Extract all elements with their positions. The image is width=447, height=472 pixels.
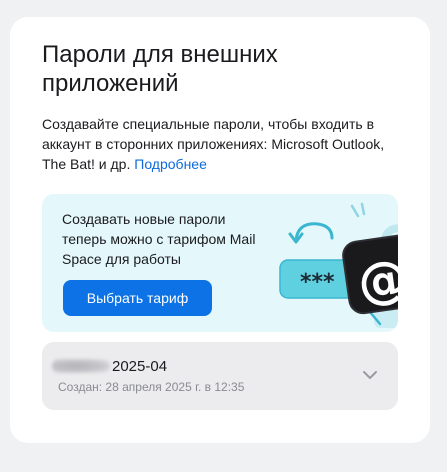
description-text: Создавайте специальные пароли, чтобы вхо… (42, 116, 385, 172)
password-name: 2025-04 (112, 357, 168, 375)
promo-text: Создавать новые пароли теперь можно с та… (62, 211, 256, 267)
redacted-prefix (52, 359, 110, 373)
password-list-item[interactable]: 2025-04 Создан: 28 апреля 2025 г. в 12:3… (42, 342, 398, 410)
at-symbol: @ (354, 248, 398, 312)
choose-plan-button[interactable]: Выбрать тариф (63, 280, 212, 316)
chevron-down-icon[interactable] (362, 369, 378, 381)
app-passwords-card: Пароли для внешних приложений Создавайте… (10, 17, 430, 443)
more-link[interactable]: Подробнее (134, 156, 207, 172)
page-title: Пароли для внешних приложений (42, 41, 278, 97)
password-at-illustration: *** @ (279, 202, 398, 328)
password-mask: *** (300, 270, 335, 295)
description: Создавайте специальные пароли, чтобы вхо… (42, 114, 392, 174)
password-created-date: Создан: 28 апреля 2025 г. в 12:35 (58, 380, 245, 394)
promo-banner: Создавать новые пароли теперь можно с та… (42, 194, 398, 332)
password-name-row: 2025-04 (52, 356, 167, 376)
